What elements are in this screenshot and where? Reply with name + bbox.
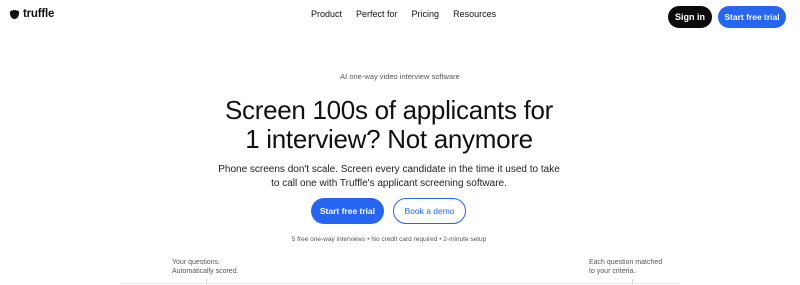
connector-line <box>632 279 633 285</box>
cta-group: Start free trial Book a demo <box>0 198 800 226</box>
annotation-right-line-1: Each question matched <box>589 259 663 266</box>
hero-eyebrow: AI one-way video interview software <box>340 72 460 81</box>
sign-in-button[interactable]: Sign in <box>668 6 712 28</box>
logo[interactable]: truffle <box>9 8 54 20</box>
headline-line-1: Screen 100s of applicants for <box>224 95 554 125</box>
annotation-right-line-2: to your criteria. <box>589 268 636 275</box>
trial-fineprint: 5 free one-way interviews • No credit ca… <box>291 236 487 243</box>
hero-subtext: Phone screens don't scale. Screen every … <box>0 163 778 191</box>
truffle-logo-icon <box>9 9 20 19</box>
connector-line <box>206 279 207 285</box>
annotation-right: Each question matched to your criteria. <box>589 258 662 276</box>
hero-headline: Screen 100s of applicants for 1 intervie… <box>0 96 778 154</box>
nav-start-trial-button[interactable]: Start free trial <box>718 6 786 28</box>
nav-item-product[interactable]: Product <box>311 9 342 19</box>
headline-line-2: 1 interview? Not anymore <box>245 124 533 154</box>
subtext-line-2: to call one with Truffle's applicant scr… <box>271 178 507 189</box>
top-nav: truffle Product Perfect for Pricing Reso… <box>0 0 800 34</box>
subtext-line-1: Phone screens don't scale. Screen every … <box>218 164 560 175</box>
main-menu: Product Perfect for Pricing Resources <box>311 9 496 19</box>
logo-text: truffle <box>23 8 55 20</box>
nav-item-perfect-for[interactable]: Perfect for <box>356 9 398 19</box>
annotation-left-line-1: Your questions. <box>172 259 220 266</box>
annotation-left-line-2: Automatically scored. <box>172 268 239 275</box>
start-free-trial-button[interactable]: Start free trial <box>311 198 384 224</box>
nav-item-pricing[interactable]: Pricing <box>412 9 440 19</box>
divider <box>120 283 680 284</box>
book-demo-button[interactable]: Book a demo <box>393 198 466 224</box>
nav-item-resources[interactable]: Resources <box>453 9 496 19</box>
annotation-left: Your questions. Automatically scored. <box>172 258 239 276</box>
